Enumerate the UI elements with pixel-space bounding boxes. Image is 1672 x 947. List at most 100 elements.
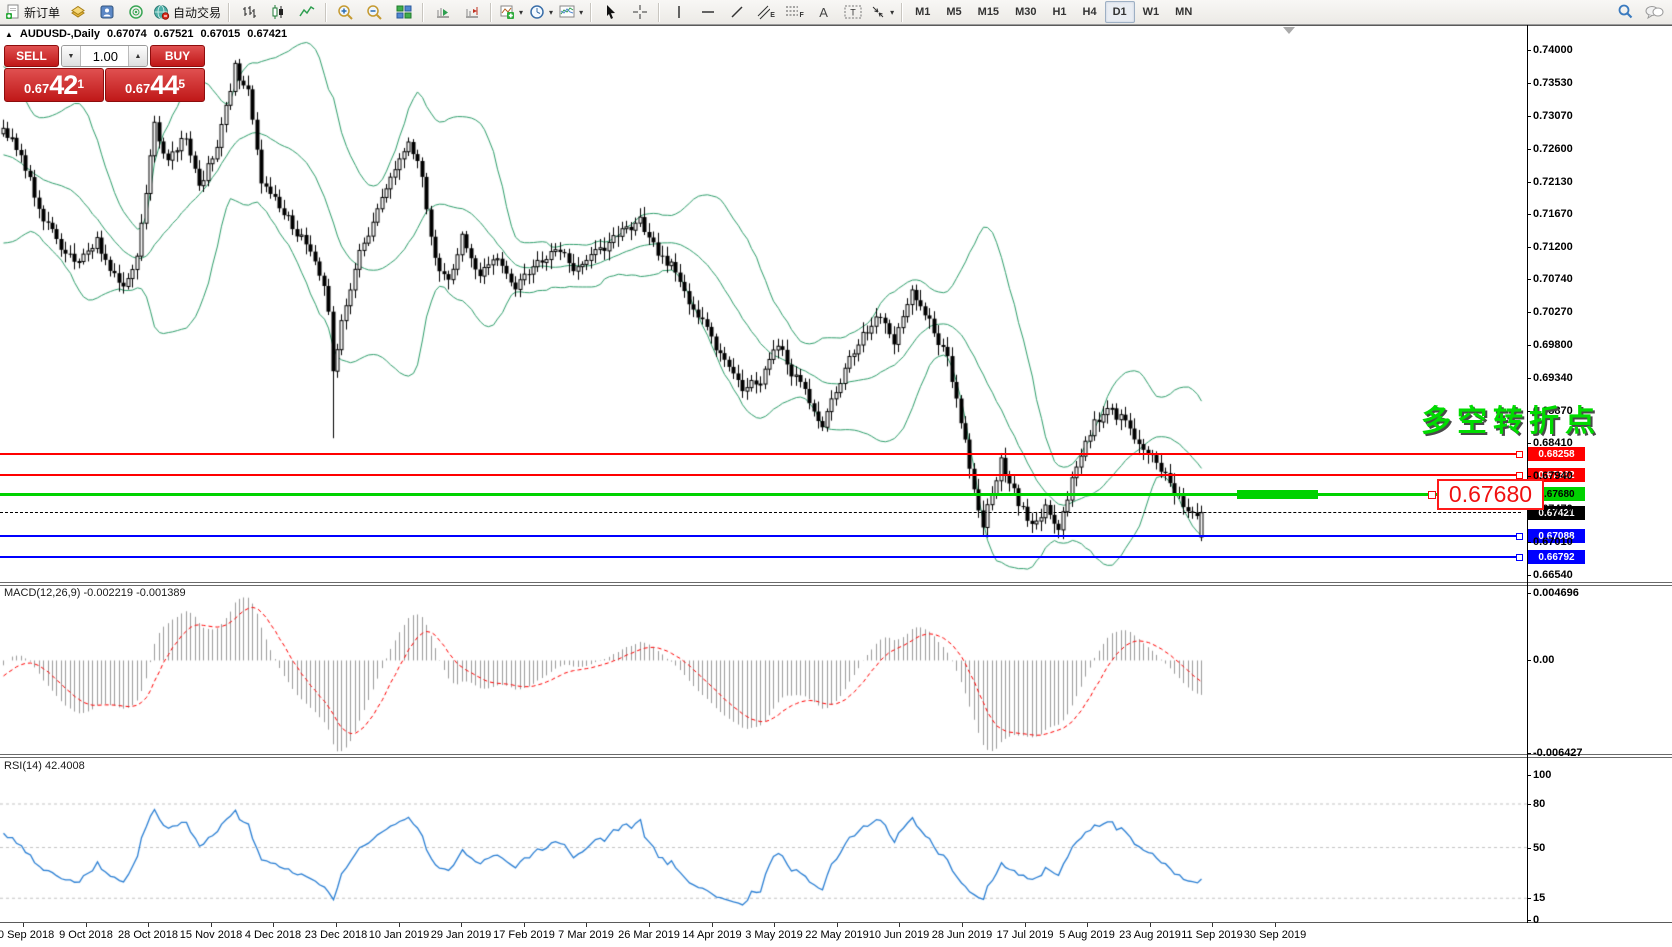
horizontal-line-0.67962[interactable] xyxy=(0,474,1521,476)
equidistant-channel-button[interactable]: E xyxy=(751,1,780,23)
text-tool-button[interactable]: A xyxy=(809,1,838,23)
macd-label: MACD(12,26,9) -0.002219 -0.001389 xyxy=(4,587,186,599)
horizontal-line-button[interactable] xyxy=(693,1,722,23)
arrows-tool-button[interactable]: ▾ xyxy=(867,1,897,23)
indicators-button[interactable]: ▾ xyxy=(496,1,526,23)
timeframe-button-w1[interactable]: W1 xyxy=(1135,1,1168,23)
cursor-button[interactable] xyxy=(596,1,625,23)
axis-tick-label: 0.71200 xyxy=(1533,241,1573,253)
horizontal-line-0.68258[interactable] xyxy=(0,453,1521,455)
arrows-dropdown-caret[interactable]: ▾ xyxy=(890,8,894,17)
macd-value-main: -0.002219 xyxy=(83,587,133,599)
periods-dropdown-caret[interactable]: ▾ xyxy=(549,8,553,17)
date-tick-mark xyxy=(399,923,400,927)
macd-indicator-canvas[interactable] xyxy=(0,586,1528,755)
axis-tick-label: 80 xyxy=(1533,798,1545,810)
axis-tick-mark xyxy=(1527,775,1531,776)
autotrading-button[interactable]: 自动交易 xyxy=(150,1,224,23)
timeframe-button-m5[interactable]: M5 xyxy=(938,1,969,23)
chart-shift-marker-icon[interactable] xyxy=(1283,27,1295,34)
templates-icon xyxy=(559,4,575,20)
templates-button[interactable]: ▾ xyxy=(556,1,586,23)
timeframe-button-h4[interactable]: H4 xyxy=(1075,1,1105,23)
macd-rsi-splitter[interactable] xyxy=(0,754,1672,758)
zoom-in-button[interactable] xyxy=(331,1,360,23)
line-end-handle[interactable] xyxy=(1516,533,1523,540)
market-watch-button[interactable] xyxy=(63,1,92,23)
timeframe-button-h1[interactable]: H1 xyxy=(1044,1,1074,23)
axis-tick-label: 0.70270 xyxy=(1533,306,1573,318)
price-tag-0.66792: 0.66792 xyxy=(1528,550,1585,564)
crosshair-button[interactable] xyxy=(625,1,654,23)
zoom-out-button[interactable] xyxy=(360,1,389,23)
search-icon[interactable] xyxy=(1616,3,1634,21)
timeframe-button-d1[interactable]: D1 xyxy=(1105,1,1135,23)
line-end-handle[interactable] xyxy=(1516,554,1523,561)
date-tick-mark xyxy=(1025,923,1026,927)
sell-button[interactable]: SELL xyxy=(4,45,59,67)
sell-price-display[interactable]: 0.67421 xyxy=(4,68,104,102)
axis-tick-mark xyxy=(1527,214,1531,215)
thick-line-segment[interactable] xyxy=(1237,490,1318,499)
buy-button[interactable]: BUY xyxy=(150,45,205,67)
line-chart-button[interactable] xyxy=(292,1,321,23)
indicators-dropdown-caret[interactable]: ▾ xyxy=(519,8,523,17)
line-end-handle[interactable] xyxy=(1516,451,1523,458)
rsi-indicator-canvas[interactable] xyxy=(0,758,1528,923)
date-label: 17 Feb 2019 xyxy=(493,929,555,941)
main-macd-splitter[interactable] xyxy=(0,582,1672,586)
axis-tick-mark xyxy=(1527,378,1531,379)
templates-dropdown-caret[interactable]: ▾ xyxy=(579,8,583,17)
horizontal-line-0.67421[interactable] xyxy=(0,512,1521,513)
axis-tick-label: 0.69340 xyxy=(1533,372,1573,384)
new-order-label: 新订单 xyxy=(24,4,60,21)
volume-decrease-button[interactable]: ▼ xyxy=(62,46,81,66)
candlestick-chart-button[interactable] xyxy=(263,1,292,23)
date-label: 11 Sep 2019 xyxy=(1181,929,1243,941)
date-label: 4 Dec 2018 xyxy=(245,929,301,941)
timeframe-button-m1[interactable]: M1 xyxy=(907,1,938,23)
text-label-icon: T xyxy=(844,4,862,20)
horizontal-line-0.66792[interactable] xyxy=(0,556,1521,558)
axis-tick-mark xyxy=(1527,575,1531,576)
price-box-object[interactable]: 0.67680 xyxy=(1437,479,1544,510)
ohlc-close: 0.67421 xyxy=(247,28,287,40)
tile-windows-button[interactable] xyxy=(389,1,418,23)
chart-title: ▲ AUDUSD-,Daily 0.67074 0.67521 0.67015 … xyxy=(5,28,287,40)
signals-button[interactable] xyxy=(121,1,150,23)
chart-shift-icon xyxy=(464,4,480,20)
vertical-line-button[interactable] xyxy=(664,1,693,23)
toolbar-right-group xyxy=(1616,3,1664,21)
trendline-button[interactable] xyxy=(722,1,751,23)
timeframe-button-m15[interactable]: M15 xyxy=(970,1,1007,23)
axis-tick-label: 0.69800 xyxy=(1533,339,1573,351)
date-label: 23 Dec 2018 xyxy=(305,929,367,941)
data-window-button[interactable] xyxy=(92,1,121,23)
date-tick-mark xyxy=(774,923,775,927)
chart-shift-button[interactable] xyxy=(457,1,486,23)
bar-chart-icon xyxy=(241,4,257,20)
axis-tick-label: 0.72130 xyxy=(1533,176,1573,188)
fibonacci-button[interactable]: F xyxy=(780,1,809,23)
horizontal-line-0.67088[interactable] xyxy=(0,535,1521,537)
line-end-handle[interactable] xyxy=(1516,472,1523,479)
annotation-text-object[interactable]: 多空转折点 xyxy=(1421,396,1601,440)
ohlc-open: 0.67074 xyxy=(107,28,147,40)
auto-scroll-button[interactable] xyxy=(428,1,457,23)
chat-icon[interactable] xyxy=(1644,4,1664,20)
bar-chart-button[interactable] xyxy=(234,1,263,23)
new-order-button[interactable]: 新订单 xyxy=(2,1,63,23)
volume-increase-button[interactable]: ▲ xyxy=(128,46,147,66)
toolbar-separator xyxy=(422,3,424,22)
timeframe-button-mn[interactable]: MN xyxy=(1167,1,1200,23)
text-label-button[interactable]: T xyxy=(838,1,867,23)
candlestick-chart-canvas[interactable] xyxy=(0,25,1528,583)
crosshair-icon xyxy=(632,4,648,20)
axis-tick-label: 0.73530 xyxy=(1533,77,1573,89)
periods-button[interactable]: ▾ xyxy=(526,1,556,23)
buy-price-display[interactable]: 0.67445 xyxy=(105,68,205,102)
rsi-label: RSI(14) 42.4008 xyxy=(4,760,85,772)
axis-tick-label: 15 xyxy=(1533,892,1545,904)
timeframe-button-m30[interactable]: M30 xyxy=(1007,1,1044,23)
volume-value[interactable]: 1.00 xyxy=(81,46,128,66)
